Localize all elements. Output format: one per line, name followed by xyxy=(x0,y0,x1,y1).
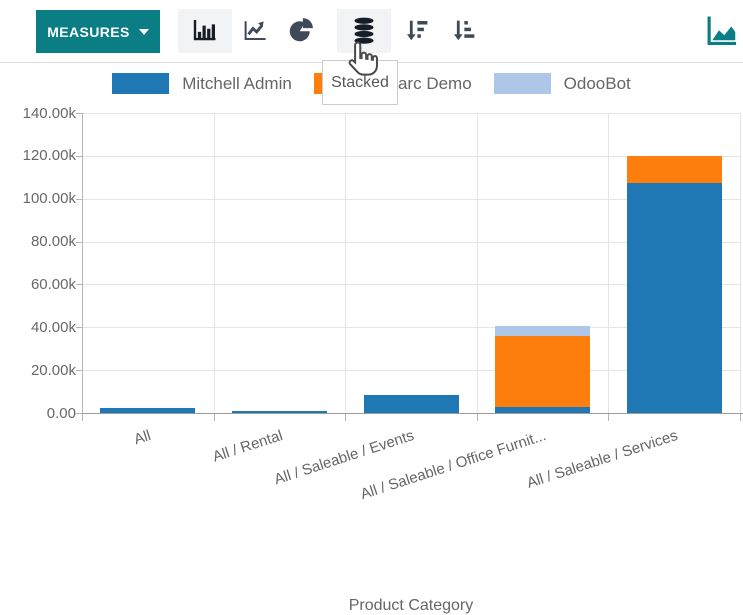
gridline xyxy=(477,113,478,413)
bar-chart-button[interactable] xyxy=(178,9,232,53)
y-tick-label: 0.00 xyxy=(0,405,76,422)
chart-canvas: 140.00k 120.00k 100.00k 80.00k 60.00k 40.00k 2… xyxy=(0,100,743,533)
chevron-down-icon xyxy=(139,29,149,35)
gridline xyxy=(740,113,741,413)
stacked-icon xyxy=(349,15,379,48)
area-chart-icon xyxy=(702,11,740,52)
y-tick-label: 40.00k xyxy=(0,319,76,336)
pie-chart-button[interactable] xyxy=(278,9,324,53)
bar-chart-icon xyxy=(190,15,220,48)
bar-segment[interactable] xyxy=(495,336,590,407)
x-tick-label: All xyxy=(132,427,153,448)
x-tick xyxy=(82,414,83,421)
y-axis-line xyxy=(82,113,83,414)
stacked-tooltip-label: Stacked xyxy=(331,74,389,92)
gridline xyxy=(82,113,740,114)
bar-segment[interactable] xyxy=(627,183,722,413)
legend-item-label: Mitchell Admin xyxy=(182,74,292,94)
y-tick-label: 140.00k xyxy=(0,105,76,122)
measures-button[interactable]: MEASURES xyxy=(36,10,160,53)
bar-segment[interactable] xyxy=(495,326,590,335)
x-tick-label: All / Saleable / Services xyxy=(524,427,679,492)
gridline xyxy=(214,113,215,413)
bar-segment[interactable] xyxy=(364,395,459,413)
legend-swatch xyxy=(494,73,551,94)
sort-ascending-button[interactable] xyxy=(441,9,487,53)
measures-button-label: MEASURES xyxy=(47,24,130,40)
legend-item-label: OdooBot xyxy=(564,74,631,94)
x-tick xyxy=(740,414,741,421)
stacked-tooltip: Stacked xyxy=(322,60,398,105)
legend-item[interactable]: Mitchell Admin xyxy=(112,73,292,94)
y-tick-label: 120.00k xyxy=(0,147,76,164)
sort-descending-button[interactable] xyxy=(394,9,440,53)
line-chart-button[interactable] xyxy=(232,9,278,53)
x-tick xyxy=(477,414,478,421)
bar-segment[interactable] xyxy=(627,156,722,183)
sort-descending-icon xyxy=(403,16,431,47)
graph-toolbar: MEASURES xyxy=(0,0,743,63)
x-tick-label: All / Rental xyxy=(210,427,284,466)
y-tick-label: 20.00k xyxy=(0,362,76,379)
x-tick xyxy=(345,414,346,421)
y-tick-label: 80.00k xyxy=(0,233,76,250)
sort-ascending-icon xyxy=(450,16,478,47)
x-axis-line xyxy=(82,413,743,414)
gridline xyxy=(345,113,346,413)
legend-item[interactable]: OdooBot xyxy=(494,73,631,94)
y-tick-label: 60.00k xyxy=(0,276,76,293)
gridline xyxy=(608,113,609,413)
pie-chart-icon xyxy=(286,15,316,48)
x-tick xyxy=(608,414,609,421)
x-axis-title: Product Category xyxy=(82,597,740,615)
stacked-button[interactable] xyxy=(337,9,391,53)
line-chart-icon xyxy=(240,15,270,48)
x-tick xyxy=(214,414,215,421)
legend-swatch xyxy=(112,73,169,94)
area-view-switcher-button[interactable] xyxy=(699,9,743,53)
y-tick-label: 100.00k xyxy=(0,190,76,207)
